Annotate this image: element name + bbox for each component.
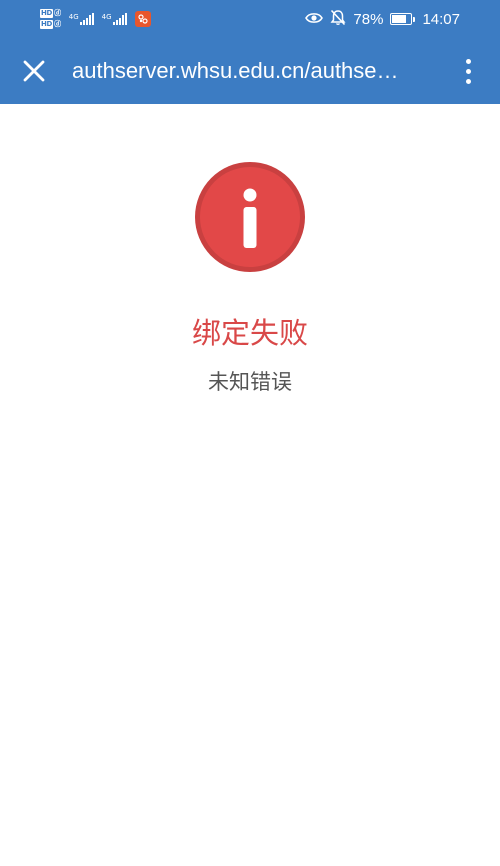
error-title: 绑定失败	[191, 316, 308, 350]
browser-toolbar: authserver.whsu.edu.cn/authse…	[0, 38, 500, 104]
bell-off-icon	[330, 9, 346, 30]
battery-percent: 78%	[353, 10, 384, 28]
close-icon	[23, 60, 45, 82]
battery-fill	[392, 15, 407, 23]
battery-icon	[390, 13, 416, 25]
app-badge-icon	[134, 11, 151, 27]
eye-icon	[305, 11, 324, 28]
signal-1: 4G	[69, 13, 94, 25]
info-icon	[195, 162, 305, 272]
signal-bars-icon	[112, 13, 127, 25]
hd-indicator-1: HD ⓓ	[40, 9, 61, 18]
more-vertical-icon	[465, 58, 471, 64]
hd-indicators: HD ⓓ HD ⓓ	[40, 9, 61, 29]
hd-indicator-2: HD ⓓ	[40, 20, 61, 29]
status-time: 14:07	[422, 10, 460, 28]
status-bar: HD ⓓ HD ⓓ 4G 4G 78% 14:07	[0, 0, 500, 38]
network-type-1: 4G	[68, 13, 79, 21]
status-right: 78% 14:07	[305, 8, 460, 30]
url-display[interactable]: authserver.whsu.edu.cn/authse…	[72, 57, 428, 85]
page-content: 绑定失败 未知错误	[0, 104, 500, 866]
close-button[interactable]	[14, 51, 54, 91]
error-subtitle: 未知错误	[208, 370, 292, 394]
signal-2: 4G	[102, 13, 127, 25]
more-options-button[interactable]	[456, 51, 480, 91]
network-type-2: 4G	[101, 13, 112, 21]
status-left: HD ⓓ HD ⓓ 4G 4G	[40, 6, 151, 32]
signal-bars-icon	[79, 13, 94, 25]
